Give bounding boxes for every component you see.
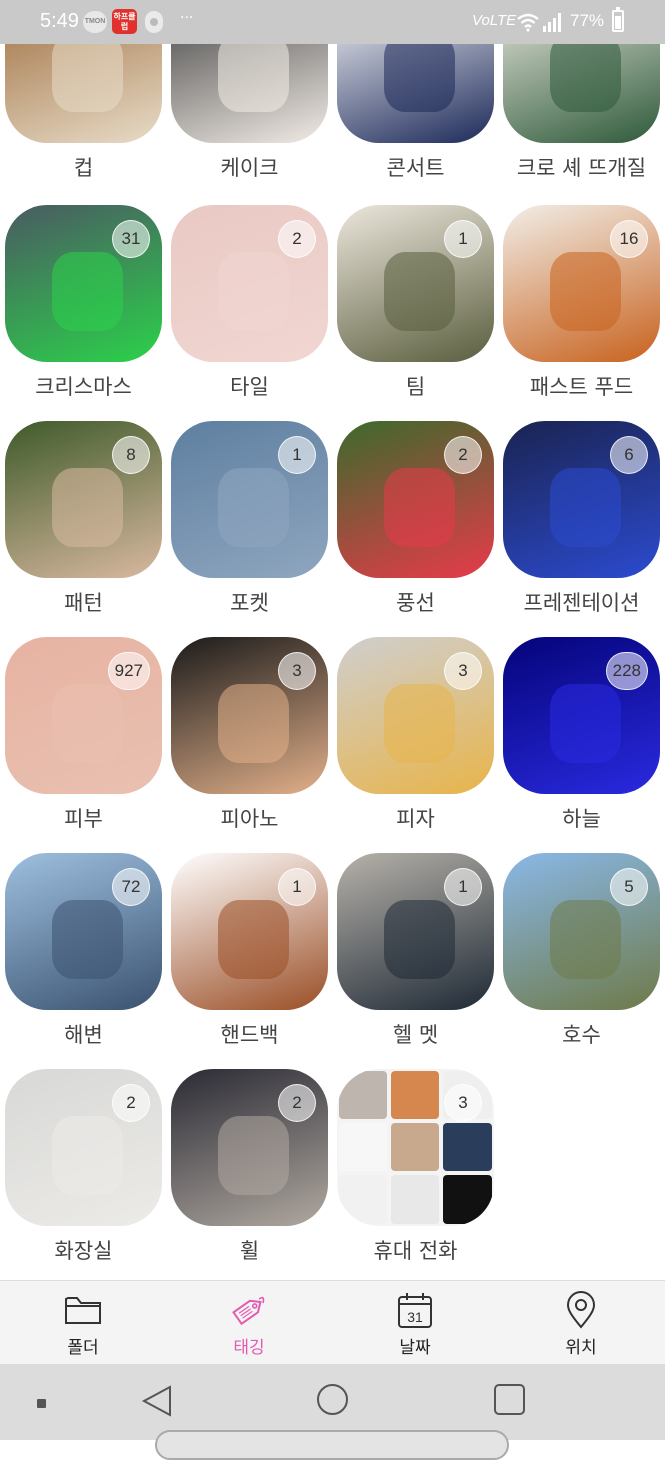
battery-icon — [612, 7, 624, 32]
photo-count-badge: 72 — [112, 868, 150, 906]
photo-count-badge: 1 — [444, 868, 482, 906]
photo-count-badge: 2 — [112, 1084, 150, 1122]
tag-label: 피아노 — [220, 807, 279, 831]
signal-icon — [543, 13, 561, 32]
tag-thumbnail — [503, 44, 660, 143]
tag-thumbnail: 31 — [5, 205, 162, 362]
photo-count-badge: 8 — [112, 436, 150, 474]
halfclub-app-icon: 하프클럽 — [112, 9, 137, 34]
photo-count-badge: 1 — [278, 868, 316, 906]
tag-thumbnail: 1 — [337, 205, 494, 362]
nav-folder[interactable]: 폴더 — [0, 1281, 166, 1365]
tag-label: 호수 — [562, 1023, 601, 1047]
tag-label: 피부 — [64, 807, 103, 831]
tag-thumbnail — [171, 44, 328, 143]
tag-label: 화장실 — [54, 1239, 113, 1263]
photo-count-badge: 927 — [107, 652, 150, 690]
photo-count-badge: 1 — [444, 220, 482, 258]
tag-thumbnail — [5, 44, 162, 143]
recents-button[interactable] — [494, 1384, 525, 1415]
tag-label: 팀 — [405, 375, 426, 399]
photo-count-badge: 2 — [278, 1084, 316, 1122]
tag-thumbnail: 1 — [171, 853, 328, 1010]
tmon-app-icon: TMON — [83, 11, 107, 33]
gesture-handle[interactable] — [155, 1430, 509, 1460]
photo-count-badge: 3 — [444, 652, 482, 690]
bottom-nav: 폴더 태깅 31 날짜 위치 — [0, 1280, 665, 1364]
photo-count-badge: 1 — [278, 436, 316, 474]
tag-thumbnail: 927 — [5, 637, 162, 794]
tag-thumbnail: 2 — [337, 421, 494, 578]
tag-label: 패턴 — [64, 591, 103, 615]
tag-label: 컵 — [73, 156, 94, 180]
nav-location[interactable]: 위치 — [498, 1281, 664, 1365]
location-pin-icon — [566, 1291, 596, 1329]
photo-count-badge: 5 — [610, 868, 648, 906]
status-time: 5:49 — [40, 10, 79, 32]
wifi-icon — [517, 13, 539, 32]
photo-count-badge: 31 — [112, 220, 150, 258]
photo-count-badge: 2 — [278, 220, 316, 258]
nav-tagging-label: 태깅 — [233, 1338, 265, 1358]
more-notifications-icon: ··· — [180, 10, 194, 26]
tag-thumbnail: 8 — [5, 421, 162, 578]
tag-label: 타일 — [230, 375, 269, 399]
tag-thumbnail: 3 — [337, 1069, 494, 1226]
nav-date-label: 날짜 — [399, 1338, 431, 1358]
tag-label: 패스트 푸드 — [529, 375, 634, 399]
tag-label: 휴대 전화 — [373, 1239, 458, 1263]
photo-count-badge: 3 — [444, 1084, 482, 1122]
tag-label: 하늘 — [562, 807, 601, 831]
nav-folder-label: 폴더 — [67, 1338, 99, 1358]
battery-percent: 77% — [570, 11, 605, 30]
photo-count-badge: 228 — [605, 652, 648, 690]
tag-thumbnail: 228 — [503, 637, 660, 794]
tag-thumbnail — [337, 44, 494, 143]
tag-label: 케이크 — [220, 156, 279, 180]
system-nav-bar — [0, 1364, 665, 1460]
photo-count-badge: 3 — [278, 652, 316, 690]
tag-grid: 컵 케이크 콘서트 크로 셰 뜨개질 31 크리스마스 2 타일 1 팀 16 패스트 푸드 8 패턴 1 포… — [0, 44, 665, 1280]
tag-thumbnail: 16 — [503, 205, 660, 362]
calendar-icon: 31 — [398, 1293, 432, 1328]
photo-count-badge: 16 — [610, 220, 648, 258]
tag-label: 풍선 — [396, 591, 435, 615]
tag-thumbnail: 6 — [503, 421, 660, 578]
tag-thumbnail: 5 — [503, 853, 660, 1010]
menu-button[interactable] — [37, 1399, 46, 1408]
back-button[interactable] — [140, 1384, 174, 1418]
nav-date[interactable]: 31 날짜 — [332, 1281, 498, 1365]
home-button[interactable] — [317, 1384, 348, 1415]
tag-label: 포켓 — [230, 591, 269, 615]
tag-thumbnail: 2 — [5, 1069, 162, 1226]
tag-label: 콘서트 — [386, 156, 445, 180]
tag-label: 크로 셰 뜨개질 — [516, 156, 647, 180]
tag-thumbnail: 72 — [5, 853, 162, 1010]
photo-count-badge: 6 — [610, 436, 648, 474]
tag-label: 핸드백 — [220, 1023, 279, 1047]
tag-thumbnail: 3 — [337, 637, 494, 794]
photo-count-badge: 2 — [444, 436, 482, 474]
tag-thumbnail: 3 — [171, 637, 328, 794]
calendar-day: 31 — [407, 1309, 423, 1325]
nav-location-label: 위치 — [565, 1338, 597, 1358]
tag-thumbnail: 2 — [171, 205, 328, 362]
tag-label: 휠 — [239, 1239, 260, 1263]
tag-label: 헬 멧 — [392, 1023, 439, 1047]
tag-label: 해변 — [64, 1023, 103, 1047]
notification-drop-icon — [145, 11, 163, 33]
nav-tagging[interactable]: 태깅 — [166, 1281, 332, 1365]
tag-thumbnail: 1 — [337, 853, 494, 1010]
tag-thumbnail: 1 — [171, 421, 328, 578]
tag-label: 피자 — [396, 807, 435, 831]
folder-icon — [65, 1297, 101, 1324]
tag-label: 크리스마스 — [35, 375, 132, 399]
tag-icon — [232, 1296, 265, 1326]
network-type: VoLTE — [472, 12, 517, 29]
status-bar: 5:49 TMON 하프클럽 ··· VoLTE 77% — [0, 0, 665, 44]
tag-thumbnail: 2 — [171, 1069, 328, 1226]
tag-label: 프레젠테이션 — [523, 591, 640, 615]
